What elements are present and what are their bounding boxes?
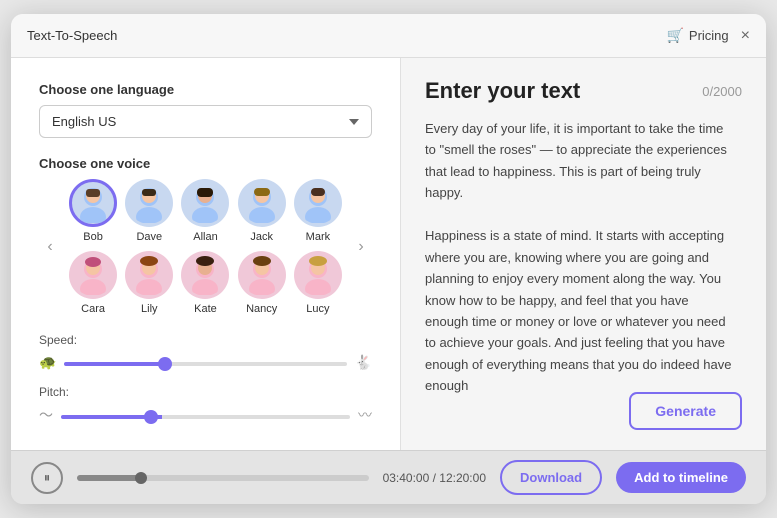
speed-track-row: 🐢 🐇: [39, 353, 372, 371]
voice-name-bob: Bob: [83, 231, 103, 243]
time-display: 03:40:00 / 12:20:00: [383, 471, 486, 485]
text-header: Enter your text 0/2000: [425, 78, 742, 104]
pitch-low-icon: 〜: [39, 405, 53, 425]
text-content: Every day of your life, it is important …: [425, 118, 742, 430]
pricing-button[interactable]: 🛒 Pricing: [666, 27, 728, 44]
pause-button[interactable]: ⏸: [31, 462, 63, 494]
voice-name-jack: Jack: [250, 231, 273, 243]
title-bar: Text-To-Speech 🛒 Pricing ×: [11, 14, 766, 58]
cart-icon: 🛒: [666, 27, 683, 44]
progress-bar[interactable]: [77, 475, 369, 481]
voice-grid-wrapper: ‹ Bob: [39, 179, 372, 315]
main-content: Choose one language English US English U…: [11, 58, 766, 450]
voice-item-nancy[interactable]: Nancy: [236, 251, 288, 315]
pricing-label: Pricing: [689, 28, 729, 43]
voice-name-nancy: Nancy: [246, 303, 277, 315]
voice-item-mark[interactable]: Mark: [292, 179, 344, 243]
text-paragraph-1: Every day of your life, it is important …: [425, 118, 734, 204]
voice-section: Choose one voice ‹: [39, 156, 372, 315]
voice-name-allan: Allan: [193, 231, 217, 243]
voice-avatar-nancy: [238, 251, 286, 299]
voice-item-lily[interactable]: Lily: [123, 251, 175, 315]
voice-prev-button[interactable]: ‹: [39, 236, 61, 258]
language-section: Choose one language English US English U…: [39, 82, 372, 138]
pitch-high-icon: 〰: [358, 405, 372, 425]
progress-bar-fill: [77, 475, 141, 481]
voice-avatar-allan: [181, 179, 229, 227]
left-panel: Choose one language English US English U…: [11, 58, 401, 450]
right-panel: Enter your text 0/2000 Every day of your…: [401, 58, 766, 450]
pitch-track-row: 〜 〰: [39, 405, 372, 425]
pitch-slider-row: Pitch: 〜 〰: [39, 385, 372, 425]
slider-section: Speed: 🐢 🐇 Pitch: 〜: [39, 333, 372, 425]
speed-slider-row: Speed: 🐢 🐇: [39, 333, 372, 371]
voice-item-jack[interactable]: Jack: [236, 179, 288, 243]
voice-item-lucy[interactable]: Lucy: [292, 251, 344, 315]
app-title: Text-To-Speech: [27, 28, 666, 43]
bottom-bar: ⏸ 03:40:00 / 12:20:00 Download Add to ti…: [11, 450, 766, 504]
voice-section-title: Choose one voice: [39, 156, 372, 171]
pitch-slider[interactable]: [61, 415, 350, 419]
voice-item-dave[interactable]: Dave: [123, 179, 175, 243]
add-timeline-button[interactable]: Add to timeline: [616, 462, 746, 493]
voice-name-lily: Lily: [141, 303, 158, 315]
text-area-title: Enter your text: [425, 78, 580, 104]
char-count: 0/2000: [702, 84, 742, 99]
voice-avatar-bob: [69, 179, 117, 227]
voice-item-bob[interactable]: Bob: [67, 179, 119, 243]
speed-slider[interactable]: [64, 362, 346, 366]
voice-avatar-jack: [238, 179, 286, 227]
voice-avatar-cara: [69, 251, 117, 299]
language-select[interactable]: English US English UK Spanish French Ger…: [39, 105, 372, 138]
voice-name-kate: Kate: [194, 303, 217, 315]
title-bar-right: 🛒 Pricing ×: [666, 27, 750, 44]
voice-avatar-dave: [125, 179, 173, 227]
progress-thumb: [135, 472, 147, 484]
speed-slow-icon: 🐢: [39, 354, 56, 371]
voice-name-lucy: Lucy: [306, 303, 329, 315]
text-paragraph-2: Happiness is a state of mind. It starts …: [425, 225, 734, 397]
speed-slider-wrapper: [64, 353, 346, 371]
voice-avatar-kate: [181, 251, 229, 299]
voice-item-cara[interactable]: Cara: [67, 251, 119, 315]
voice-item-allan[interactable]: Allan: [179, 179, 231, 243]
voice-grid: Bob Dave: [67, 179, 344, 315]
voice-next-button[interactable]: ›: [350, 236, 372, 258]
close-button[interactable]: ×: [741, 28, 750, 44]
voice-avatar-mark: [294, 179, 342, 227]
generate-button[interactable]: Generate: [629, 392, 742, 430]
voice-item-kate[interactable]: Kate: [179, 251, 231, 315]
generate-btn-wrap: Generate: [629, 392, 742, 430]
voice-name-mark: Mark: [306, 231, 330, 243]
language-section-title: Choose one language: [39, 82, 372, 97]
voice-name-cara: Cara: [81, 303, 105, 315]
voice-avatar-lily: [125, 251, 173, 299]
speed-label: Speed:: [39, 333, 372, 347]
voice-name-dave: Dave: [136, 231, 162, 243]
download-button[interactable]: Download: [500, 460, 602, 495]
pause-icon: ⏸: [44, 470, 51, 486]
speed-fast-icon: 🐇: [355, 354, 372, 371]
voice-avatar-lucy: [294, 251, 342, 299]
pitch-slider-wrapper: [61, 406, 350, 424]
app-window: Text-To-Speech 🛒 Pricing × Choose one la…: [11, 14, 766, 504]
pitch-label: Pitch:: [39, 385, 372, 399]
